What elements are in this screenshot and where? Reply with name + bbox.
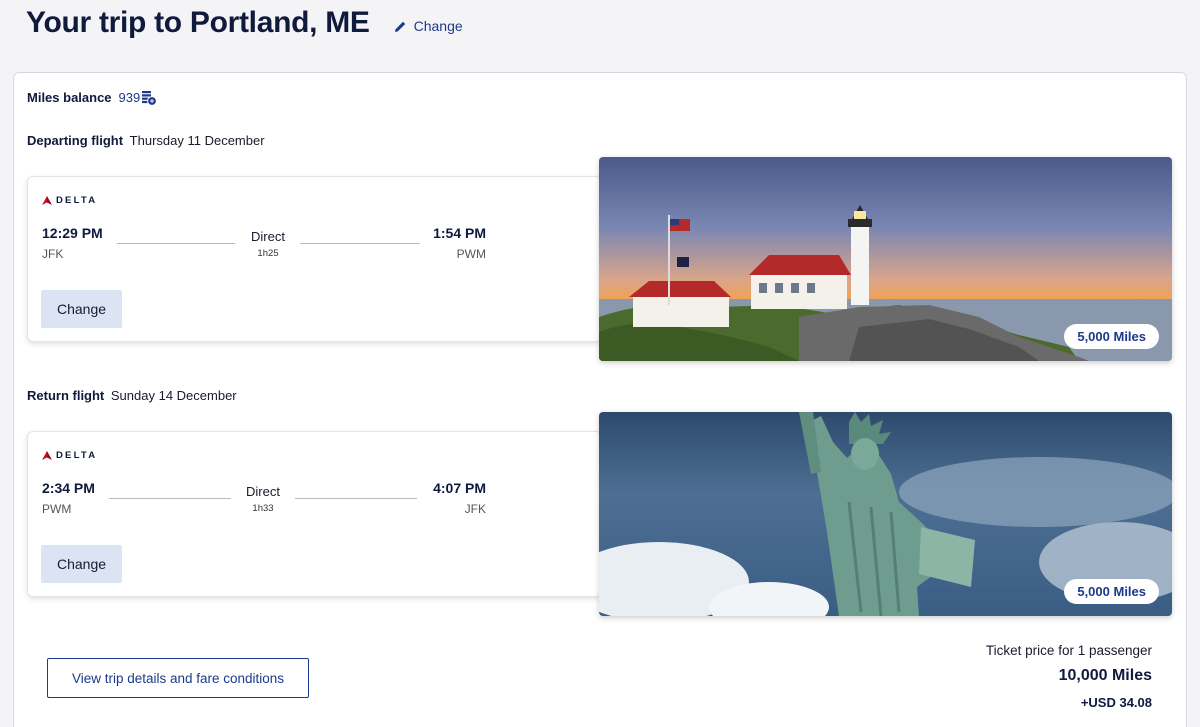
flight-duration: 1h25 (257, 248, 279, 259)
change-departing-flight-button[interactable]: Change (41, 290, 122, 328)
statue-of-liberty-image: 5,000 Miles (599, 412, 1172, 616)
return-flight-heading: Return flight Sunday 14 December (27, 388, 237, 403)
return-flight-box: DELTA 2:34 PM PWM Direct 1h33 4:07 PM JF… (27, 431, 602, 597)
flight-duration: 1h33 (252, 503, 274, 514)
departing-flight-box: DELTA 12:29 PM JFK Direct 1h25 1:54 PM P… (27, 176, 602, 342)
route-line-left (109, 498, 231, 499)
ticket-price-summary: Ticket price for 1 passenger 10,000 Mile… (986, 643, 1152, 710)
airline-name: DELTA (56, 450, 98, 461)
departure-airport: JFK (42, 247, 64, 261)
route-line-right (295, 498, 417, 499)
change-destination-label: Change (413, 18, 463, 34)
arrival-airport: JFK (464, 502, 486, 516)
total-miles: 10,000 Miles (1058, 667, 1152, 684)
airline-name: DELTA (56, 195, 98, 206)
route-line-right (300, 243, 420, 244)
departure-time: 12:29 PM (42, 225, 103, 241)
departure-airport: PWM (42, 502, 72, 516)
airline-logo: DELTA (42, 450, 97, 461)
departing-flight-label: Departing flight (27, 133, 124, 148)
change-return-flight-button[interactable]: Change (41, 545, 122, 583)
delta-widget-icon (42, 451, 52, 460)
miles-icon (142, 91, 158, 106)
miles-balance-value: 939 (118, 89, 141, 105)
trip-card: Miles balance 939 Departing flight Thurs… (13, 72, 1187, 727)
return-flight-label: Return flight (27, 388, 105, 403)
stops-label: Direct (251, 229, 285, 244)
arrival-time: 4:07 PM (433, 480, 486, 496)
route-line-left (117, 243, 235, 244)
return-miles-badge: 5,000 Miles (1064, 579, 1159, 604)
miles-balance: Miles balance 939 (27, 88, 158, 106)
change-destination-link[interactable]: Change (394, 18, 463, 34)
departure-time: 2:34 PM (42, 480, 95, 496)
total-usd: +USD 34.08 (1080, 695, 1152, 710)
airline-logo: DELTA (42, 195, 97, 206)
departing-flight-date: Thursday 11 December (129, 133, 265, 148)
page-header: Your trip to Portland, ME Change (26, 6, 463, 40)
arrival-airport: PWM (456, 247, 486, 261)
departing-miles-badge: 5,000 Miles (1064, 324, 1159, 349)
pencil-icon (394, 21, 405, 32)
portland-lighthouse-image: 5,000 Miles (599, 157, 1172, 361)
return-flight-date: Sunday 14 December (110, 388, 237, 403)
miles-balance-label: Miles balance (27, 89, 112, 105)
delta-widget-icon (42, 196, 52, 205)
view-trip-details-label: View trip details and fare conditions (71, 670, 285, 686)
stops-label: Direct (246, 484, 280, 499)
view-trip-details-button[interactable]: View trip details and fare conditions (47, 658, 309, 698)
ticket-price-label: Ticket price for 1 passenger (985, 643, 1152, 658)
arrival-time: 1:54 PM (433, 225, 486, 241)
page-title: Your trip to Portland, ME (26, 6, 370, 39)
departing-flight-heading: Departing flight Thursday 11 December (27, 133, 265, 148)
